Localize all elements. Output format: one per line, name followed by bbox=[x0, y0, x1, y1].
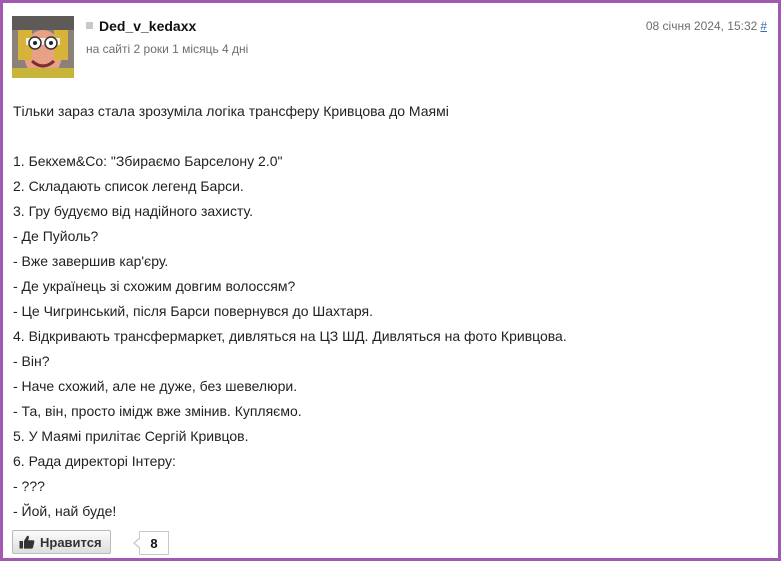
forum-post: Ded_v_kedaxx на сайті 2 роки 1 місяць 4 … bbox=[0, 0, 781, 561]
post-body-line: 6. Рада директорі Інтеру: bbox=[13, 453, 176, 469]
user-avatar[interactable] bbox=[12, 16, 74, 78]
post-body-line: 1. Бекхем&Co: "Збираємо Барселону 2.0" bbox=[13, 153, 283, 169]
post-body-line: - Вже завершив кар'єру. bbox=[13, 253, 169, 269]
post-body: Тільки зараз стала зрозуміла логіка тран… bbox=[13, 99, 768, 524]
post-body-line: 5. У Маямі прилітає Сергій Кривцов. bbox=[13, 428, 249, 444]
like-label: Нравится bbox=[40, 534, 102, 550]
post-permalink[interactable]: # bbox=[760, 19, 767, 33]
post-header: Ded_v_kedaxx на сайті 2 роки 1 місяць 4 … bbox=[12, 16, 769, 82]
post-body-line: 2. Складають список легенд Барси. bbox=[13, 178, 244, 194]
post-body-line: - Наче схожий, але не дуже, без шевелюри… bbox=[13, 378, 298, 394]
post-body-line: - Та, він, просто імідж вже змінив. Купл… bbox=[13, 403, 302, 419]
post-body-blank-line bbox=[13, 124, 768, 149]
post-body-line: - Йой, най буде! bbox=[13, 503, 117, 519]
like-button[interactable]: Нравится bbox=[12, 530, 111, 554]
post-body-line: - Це Чигринський, після Барси повернувся… bbox=[13, 303, 373, 319]
post-body-line: - Де Пуйоль? bbox=[13, 228, 99, 244]
member-since: на сайті 2 роки 1 місяць 4 дні bbox=[86, 42, 249, 56]
post-body-line: 4. Відкривають трансфермаркет, дивляться… bbox=[13, 328, 567, 344]
post-body-line: 3. Гру будуємо від надійного захисту. bbox=[13, 203, 254, 219]
avatar-image bbox=[12, 16, 74, 78]
author-username[interactable]: Ded_v_kedaxx bbox=[99, 18, 196, 34]
thumbs-up-icon bbox=[19, 535, 35, 549]
post-body-line: - Де українець зі схожим довгим волоссям… bbox=[13, 278, 296, 294]
post-body-line: - ??? bbox=[13, 478, 45, 494]
post-body-line: Тільки зараз стала зрозуміла логіка тран… bbox=[13, 103, 449, 119]
like-count: 8 bbox=[133, 531, 169, 555]
post-date: 08 січня 2024, 15:32 bbox=[645, 19, 758, 33]
offline-status-icon bbox=[86, 22, 93, 29]
author-meta: Ded_v_kedaxx на сайті 2 роки 1 місяць 4 … bbox=[86, 18, 248, 56]
post-date-wrap: 08 січня 2024, 15:32 # bbox=[646, 19, 767, 33]
post-body-line: - Він? bbox=[13, 353, 50, 369]
